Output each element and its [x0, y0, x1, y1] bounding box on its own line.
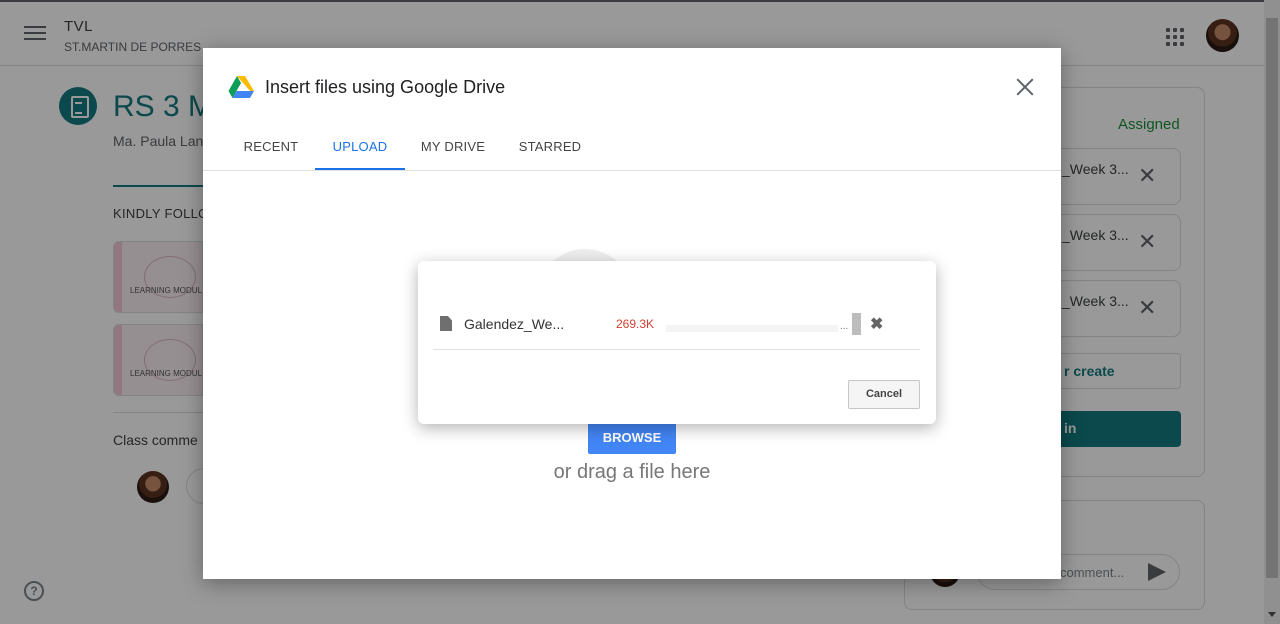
upload-file-name: Galendez_We...	[464, 316, 565, 332]
upload-progress-fill	[666, 325, 838, 332]
tab-upload[interactable]: UPLOAD	[315, 126, 405, 170]
tab-starred[interactable]: STARRED	[513, 126, 587, 170]
progress-handle	[852, 313, 861, 335]
upload-progress-dialog: Galendez_We... 269.3K ... ✖ Cancel	[418, 261, 936, 424]
cancel-button[interactable]: Cancel	[848, 380, 920, 409]
browse-button[interactable]: BROWSE	[588, 421, 676, 454]
close-icon[interactable]	[1014, 76, 1036, 98]
remove-x-icon[interactable]: ✖	[870, 314, 883, 334]
picker-tabs: RECENT UPLOAD MY DRIVE STARRED	[203, 126, 1061, 171]
upload-file-size: 269.3K	[616, 317, 655, 331]
tab-my-drive[interactable]: MY DRIVE	[417, 126, 489, 170]
document-icon	[440, 316, 452, 331]
tab-recent[interactable]: RECENT	[239, 126, 303, 170]
picker-title: Insert files using Google Drive	[265, 77, 506, 97]
upload-progress-bar	[666, 325, 838, 332]
progress-ellipsis: ...	[840, 321, 849, 332]
drag-drop-hint: or drag a file here	[553, 461, 711, 483]
progress-divider	[433, 349, 920, 350]
google-drive-icon	[228, 76, 254, 98]
